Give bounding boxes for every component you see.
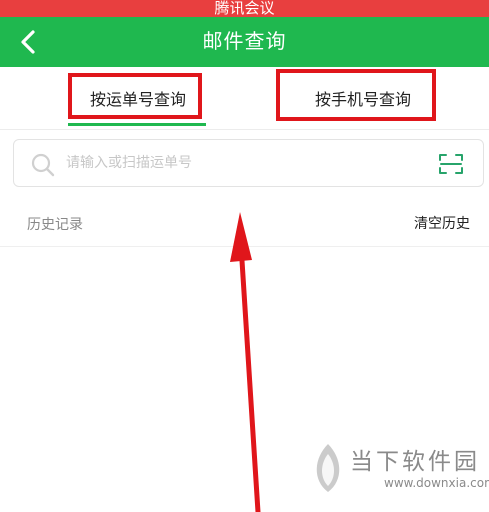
highlight-box xyxy=(68,73,202,119)
waybill-search-input[interactable] xyxy=(66,149,426,177)
nav-bar: 邮件查询 xyxy=(0,17,489,67)
status-bar: 腾讯会议 xyxy=(0,0,489,17)
page-title: 邮件查询 xyxy=(202,29,287,53)
highlight-box xyxy=(276,69,436,121)
scan-icon[interactable] xyxy=(438,152,464,176)
history-header: 历史记录 清空历史 xyxy=(0,200,489,247)
watermark-logo-icon xyxy=(316,444,340,492)
query-tabs: 按运单号查询 按手机号查询 xyxy=(0,67,489,130)
chevron-left-icon xyxy=(21,30,35,54)
watermark-name: 当下软件园 xyxy=(350,449,480,475)
clear-history-button[interactable]: 清空历史 xyxy=(414,213,470,233)
watermark-url: www.downxia.com xyxy=(384,476,489,490)
back-button[interactable] xyxy=(8,23,48,61)
search-box xyxy=(13,139,484,187)
tab-by-waybill[interactable]: 按运单号查询 xyxy=(0,67,244,129)
status-bar-text: 腾讯会议 xyxy=(214,0,275,17)
watermark: 当下软件园 www.downxia.com xyxy=(304,436,489,502)
active-tab-underline xyxy=(68,123,206,126)
history-label: 历史记录 xyxy=(27,217,83,233)
tab-by-phone[interactable]: 按手机号查询 xyxy=(244,67,489,129)
search-icon xyxy=(31,153,55,177)
